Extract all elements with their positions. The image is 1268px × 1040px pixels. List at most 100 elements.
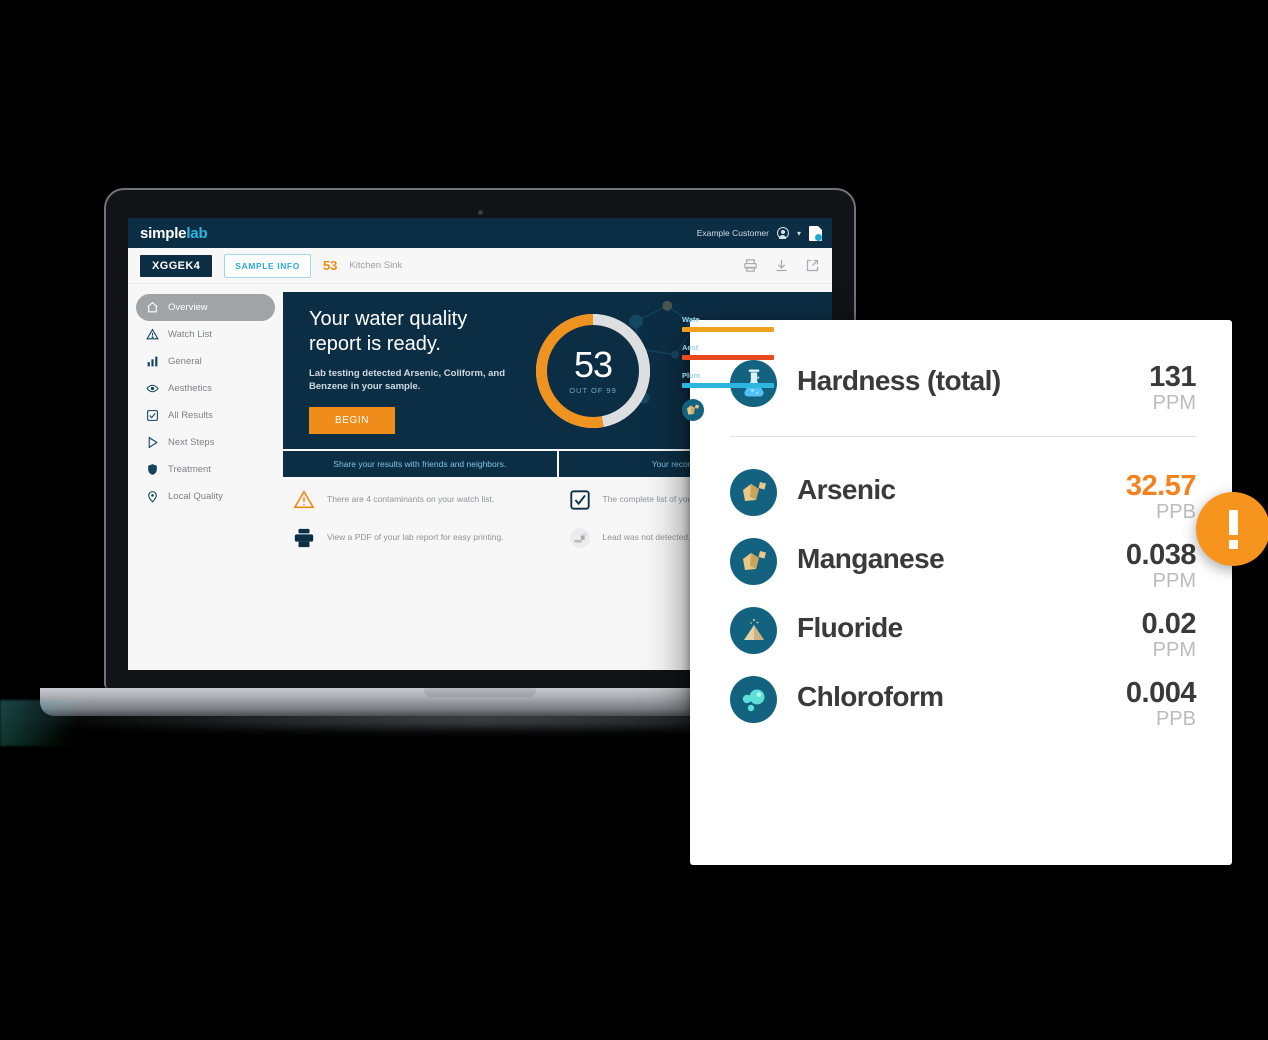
sidebar-item-label: Overview [168,302,208,313]
category-bar [682,355,774,360]
sidebar-item-general[interactable]: General [136,348,275,375]
sidebar-item-label: Next Steps [168,437,215,448]
logo-secondary: lab [186,224,208,242]
result-row-chloroform[interactable]: Chloroform 0.004 PPB [730,676,1197,730]
hero-categories: Wate Aest Plum [668,315,818,426]
result-values: 0.004 PPB [1125,676,1197,730]
category-aesthetics[interactable]: Aest [682,343,818,360]
category-mineral-icon-wrap [682,399,818,426]
sample-score: 53 [322,258,338,273]
sample-info-button[interactable]: SAMPLE INFO [224,253,311,278]
sidebar: Overview Watch List General Aesthetics A… [128,284,283,670]
sidebar-item-label: Treatment [168,464,211,475]
result-name: Arsenic [797,474,896,505]
sidebar-item-overview[interactable]: Overview [136,294,275,321]
chevron-down-icon[interactable]: ▾ [797,229,801,238]
category-label: Wate [682,315,700,324]
result-unit: PPM [1152,392,1196,414]
header-right: Example Customer ▾ [696,225,822,241]
result-name: Fluoride [797,612,903,643]
begin-button[interactable]: BEGIN [309,407,396,434]
hero-text-block: Your water quality report is ready. Lab … [283,307,518,434]
info-strip-share: Share your results with friends and neig… [283,451,557,575]
fact-item: There are 4 contaminants on your watch l… [293,489,551,511]
sidebar-item-treatment[interactable]: Treatment [136,456,275,483]
sidebar-item-label: Aesthetics [168,383,212,394]
alert-badge[interactable] [1196,492,1268,566]
result-name: Manganese [797,543,945,574]
result-row-manganese[interactable]: Manganese 0.038 PPM [730,538,1197,592]
result-name: Hardness (total) [797,365,1001,396]
mineral-icon [730,538,777,585]
hero-panel: Your water quality report is ready. Lab … [283,292,832,449]
checkbox-icon [569,489,591,511]
hero-subtext: Lab testing detected Arsenic, Coliform, … [309,368,506,392]
result-value: 32.57 [1125,470,1197,502]
result-unit: PPM [1152,570,1196,592]
result-values: 0.02 PPM [1141,607,1197,661]
sample-toolbar: XGGEK4 SAMPLE INFO 53 Kitchen Sink [128,248,832,284]
strip-heading[interactable]: Share your results with friends and neig… [283,451,557,477]
map-pin-icon [146,490,159,503]
fact-text: View a PDF of your lab report for easy p… [327,532,504,542]
category-water[interactable]: Wate [682,315,818,332]
score-gauge-wrap: 53 OUT OF 99 [518,313,668,428]
sidebar-item-label: General [168,356,202,367]
sidebar-item-label: All Results [168,410,213,421]
logo-primary: simple [140,224,187,242]
result-name: Chloroform [797,681,944,712]
print-icon[interactable] [743,258,758,273]
eye-icon [146,382,159,395]
result-unit: PPB [1155,501,1196,523]
gauge-center: 53 OUT OF 99 [547,324,639,417]
document-icon[interactable] [809,225,822,241]
checkbox-icon [146,409,159,422]
mineral-icon [730,469,777,516]
play-triangle-icon [146,436,159,449]
result-value: 0.02 [1141,608,1197,640]
warning-triangle-icon [146,328,159,341]
download-icon[interactable] [774,258,789,273]
print-icon [293,527,315,549]
sample-location: Kitchen Sink [349,260,403,271]
app-logo[interactable]: simplelab [140,224,208,242]
sidebar-item-aesthetics[interactable]: Aesthetics [136,375,275,402]
hero-heading: Your water quality report is ready. [309,308,468,355]
result-unit: PPB [1155,708,1196,730]
glitch-artifact [0,700,130,746]
sidebar-item-watch-list[interactable]: Watch List [136,321,275,348]
user-circle-icon[interactable] [776,227,789,239]
share-icon[interactable] [805,258,820,273]
sidebar-item-label: Watch List [168,329,212,340]
faucet-icon [569,527,591,549]
score-gauge: 53 OUT OF 99 [536,313,650,428]
category-plumbing[interactable]: Plum [682,371,818,388]
sidebar-item-next-steps[interactable]: Next Steps [136,429,275,456]
category-bar [682,383,774,388]
shield-icon [146,463,159,476]
sidebar-item-local-quality[interactable]: Local Quality [136,483,275,510]
result-unit: PPM [1152,639,1196,661]
category-bar [682,327,774,332]
bar-chart-icon [146,355,159,368]
result-row-arsenic[interactable]: Arsenic 32.57 PPB [730,469,1197,523]
gauge-score-max: OUT OF 99 [569,385,617,395]
sample-id-chip[interactable]: XGGEK4 [140,254,213,277]
fact-text: There are 4 contaminants on your watch l… [327,494,495,504]
home-icon [146,301,159,314]
screenshot-stage: simplelab Example Customer ▾ XGGEK4 SAMP… [0,0,1268,1040]
toolbar-actions [743,258,820,273]
gauge-score-value: 53 [573,343,613,385]
laptop-camera-icon [477,210,483,215]
bubbles-icon [730,676,777,723]
result-row-fluoride[interactable]: Fluoride 0.02 PPM [730,607,1197,661]
powder-icon [730,607,777,654]
fact-text: Lead was not detected. [602,532,691,542]
category-label: Aest [682,343,699,352]
result-value: 131 [1149,361,1196,393]
result-value: 0.004 [1125,677,1197,709]
result-value: 0.038 [1125,539,1197,571]
sidebar-item-all-results[interactable]: All Results [136,402,275,429]
sidebar-item-label: Local Quality [168,491,223,502]
customer-name: Example Customer [696,228,769,238]
